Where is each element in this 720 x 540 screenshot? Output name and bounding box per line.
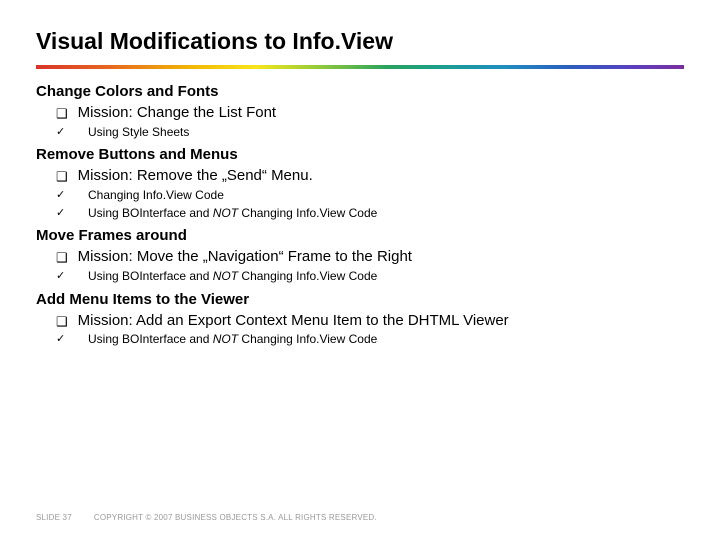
sub-item-text: Using BOInterface and NOT Changing Info.… [88, 206, 377, 222]
sub-item-row: ✓ Using BOInterface and NOT Changing Info… [56, 269, 684, 285]
checkbox-bullet-icon: ❑ [56, 169, 68, 184]
checkbox-bullet-icon: ❑ [56, 106, 68, 121]
sub-item-row: ✓ Using BOInterface and NOT Changing Info… [56, 332, 684, 348]
sub-item-text: Using BOInterface and NOT Changing Info.… [88, 332, 377, 348]
mission-text: Mission: Change the List Font [78, 104, 276, 123]
section-heading: Change Colors and Fonts [36, 83, 684, 100]
checkmark-icon: ✓ [56, 125, 74, 138]
section-heading: Remove Buttons and Menus [36, 146, 684, 163]
sub-item-row: ✓ Changing Info.View Code [56, 188, 684, 204]
section-heading: Add Menu Items to the Viewer [36, 291, 684, 308]
content-body: Change Colors and Fonts ❑ Mission: Change … [36, 83, 684, 348]
slide-title: Visual Modifications to Info.View [36, 28, 684, 55]
mission-row: ❑ Mission: Remove the „Send“ Menu. [56, 167, 684, 186]
sub-item-row: ✓ Using BOInterface and NOT Changing Info… [56, 206, 684, 222]
checkbox-bullet-icon: ❑ [56, 314, 68, 329]
slide-number: SLIDE 37 [36, 513, 72, 522]
mission-text: Mission: Add an Export Context Menu Item… [78, 312, 509, 331]
checkmark-icon: ✓ [56, 269, 74, 282]
checkmark-icon: ✓ [56, 188, 74, 201]
checkbox-bullet-icon: ❑ [56, 250, 68, 265]
mission-text: Mission: Move the „Navigation“ Frame to … [78, 248, 412, 267]
sub-item-row: ✓ Using Style Sheets [56, 125, 684, 141]
checkmark-icon: ✓ [56, 332, 74, 345]
sub-item-text: Changing Info.View Code [88, 188, 224, 204]
copyright-text: COPYRIGHT © 2007 BUSINESS OBJECTS S.A. A… [94, 513, 377, 522]
footer: SLIDE 37 COPYRIGHT © 2007 BUSINESS OBJEC… [36, 513, 377, 522]
mission-row: ❑ Mission: Add an Export Context Menu Ite… [56, 312, 684, 331]
sub-item-text: Using Style Sheets [88, 125, 189, 141]
section-heading: Move Frames around [36, 227, 684, 244]
mission-row: ❑ Mission: Change the List Font [56, 104, 684, 123]
divider-rainbow [36, 65, 684, 69]
mission-row: ❑ Mission: Move the „Navigation“ Frame to… [56, 248, 684, 267]
sub-item-text: Using BOInterface and NOT Changing Info.… [88, 269, 377, 285]
checkmark-icon: ✓ [56, 206, 74, 219]
mission-text: Mission: Remove the „Send“ Menu. [78, 167, 313, 186]
